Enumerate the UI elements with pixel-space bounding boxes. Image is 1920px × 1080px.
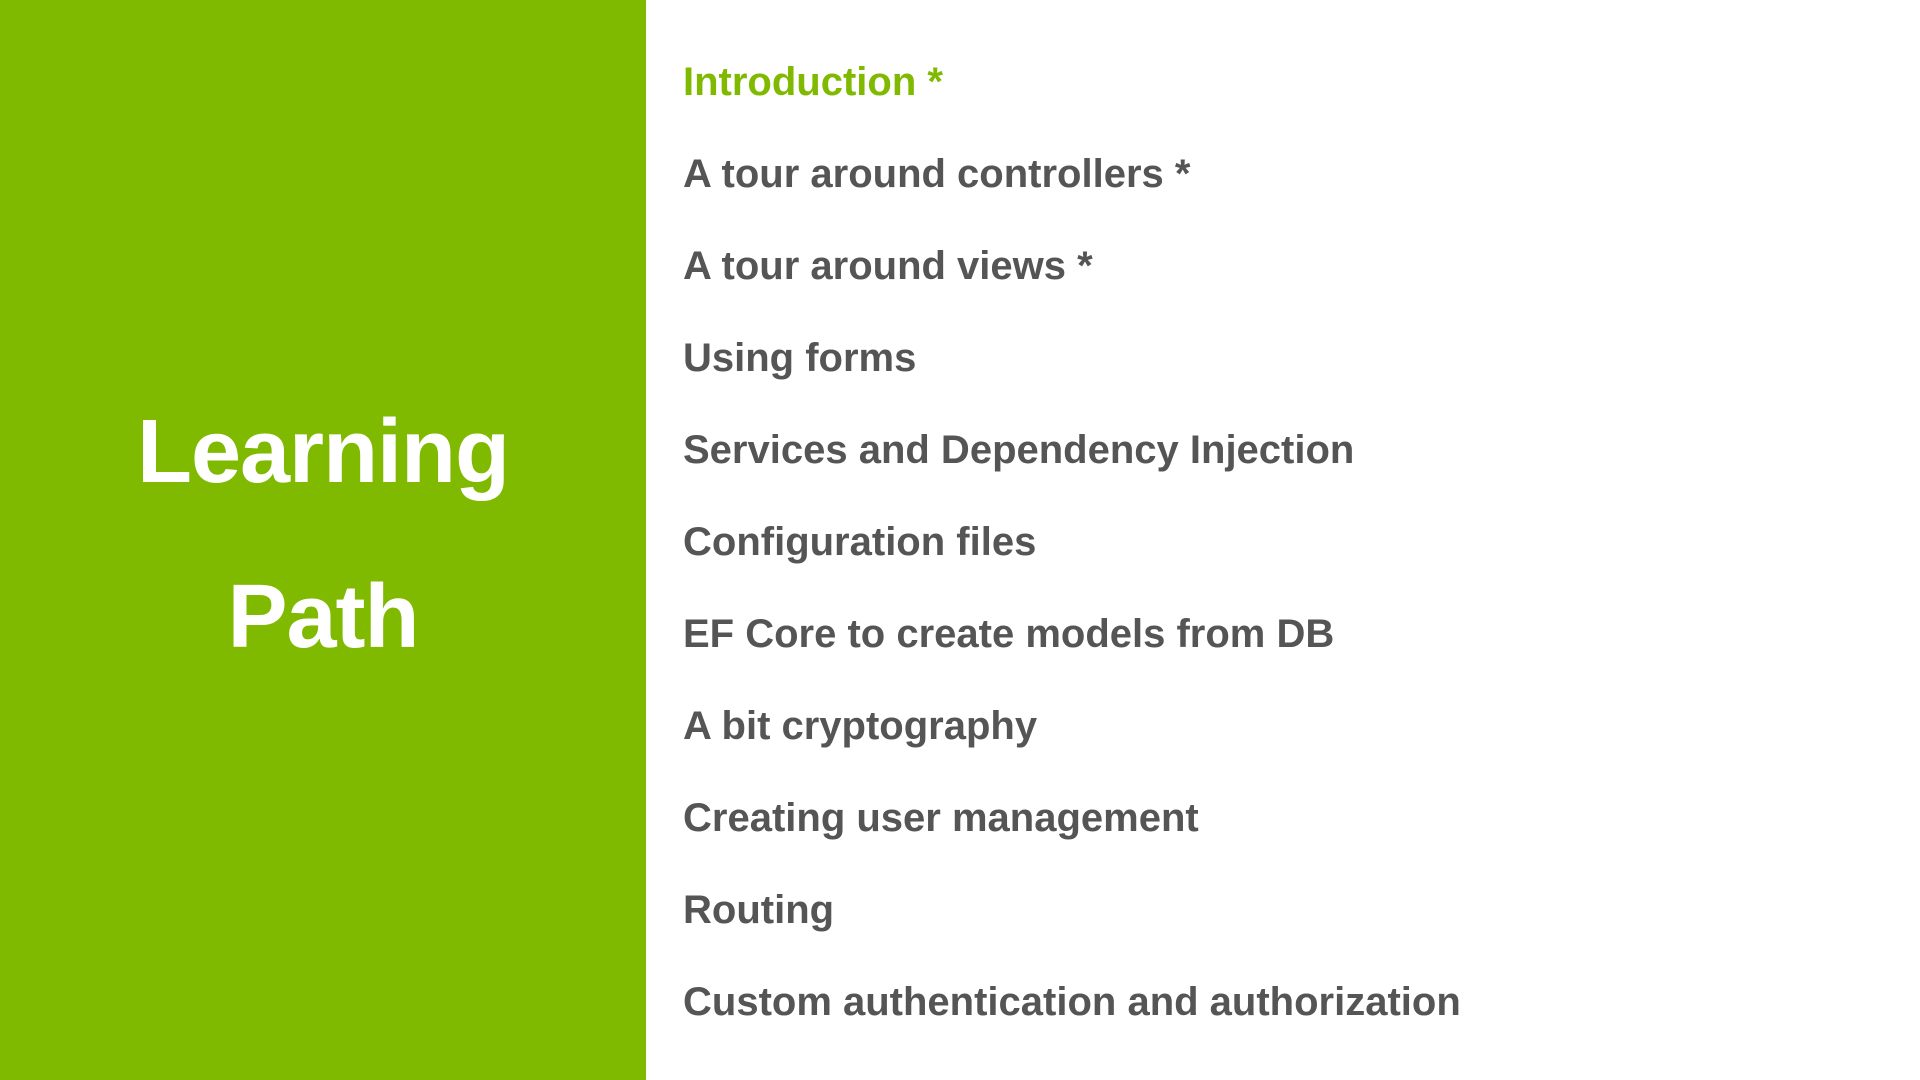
right-panel: Introduction * A tour around controllers…: [646, 0, 1920, 1080]
topic-item-user-management: Creating user management: [683, 796, 1199, 840]
topic-item-forms: Using forms: [683, 336, 917, 380]
panel-title: Learning Path: [136, 370, 510, 700]
panel-title-line-1: Learning: [136, 402, 510, 502]
topic-item-introduction: Introduction *: [683, 60, 943, 104]
topic-item-routing: Routing: [683, 888, 835, 932]
slide: Learning Path Introduction * A tour arou…: [0, 0, 1920, 1080]
topic-item-cryptography: A bit cryptography: [683, 704, 1038, 748]
topic-item-views: A tour around views *: [683, 244, 1093, 288]
topic-item-ef-core: EF Core to create models from DB: [683, 612, 1335, 656]
topic-item-controllers: A tour around controllers *: [683, 152, 1191, 196]
topic-item-configuration-files: Configuration files: [683, 520, 1037, 564]
topic-list: Introduction * A tour around controllers…: [683, 54, 1461, 1066]
left-panel: Learning Path: [0, 0, 646, 1080]
panel-title-line-2: Path: [227, 567, 419, 667]
topic-item-authentication: Custom authentication and authorization: [683, 980, 1461, 1024]
topic-item-dependency-injection: Services and Dependency Injection: [683, 428, 1355, 472]
